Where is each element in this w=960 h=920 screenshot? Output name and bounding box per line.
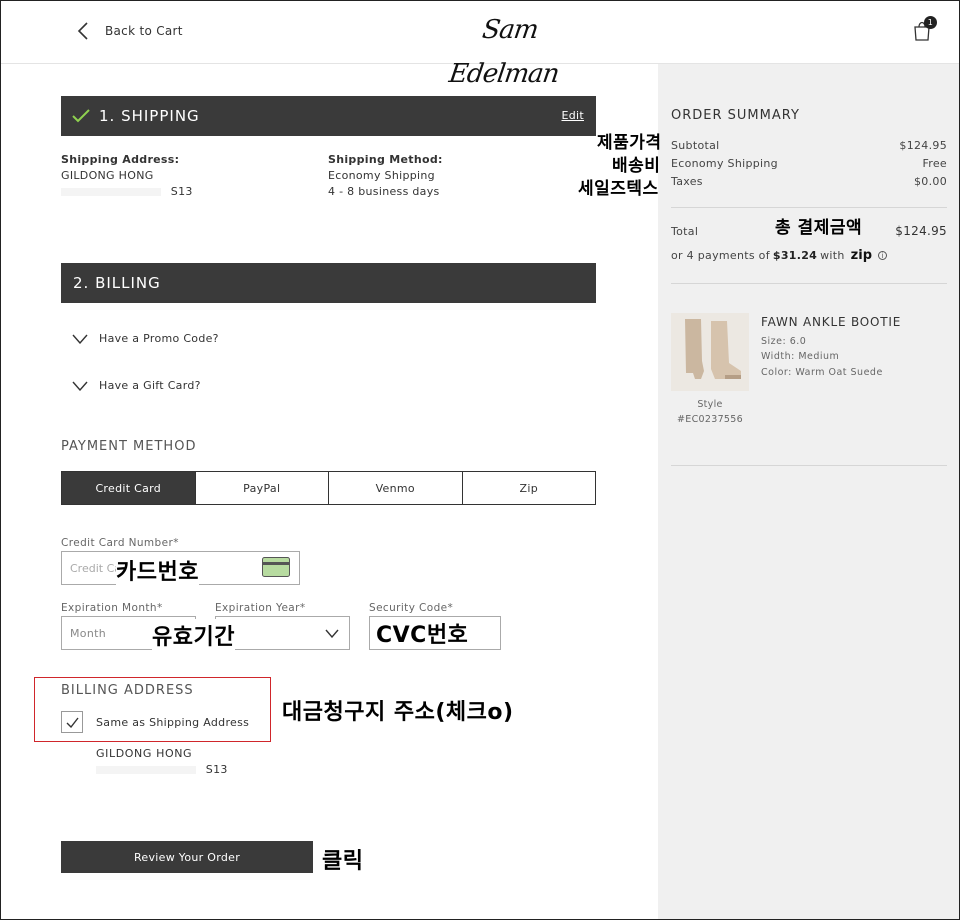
total-value: $124.95 xyxy=(895,224,947,238)
zip-prefix: or 4 payments of xyxy=(671,249,770,262)
subtotal-value: $124.95 xyxy=(899,139,947,152)
shipping-address-block: Shipping Address: GILDONG HONG S13 xyxy=(61,152,193,200)
total-label: Total xyxy=(671,225,699,238)
summary-divider xyxy=(671,283,947,284)
shipping-row: Economy Shipping Free xyxy=(671,157,947,170)
exp-year-select[interactable] xyxy=(215,616,350,650)
product-width: Width: Medium xyxy=(761,351,840,362)
billing-address-suffix: S13 xyxy=(205,763,228,776)
zip-amount: $31.24 xyxy=(772,249,818,262)
checkmark-icon xyxy=(72,109,90,123)
zip-installments: or 4 payments of $31.24 with zip i xyxy=(671,248,887,263)
annotation-billing: 대금청구지 주소(체크o) xyxy=(282,700,514,725)
chevron-left-icon xyxy=(77,22,88,40)
card-number-label: Credit Card Number* xyxy=(61,537,179,549)
shipping-address-suffix: S13 xyxy=(170,185,193,198)
shipping-delivery: 4 - 8 business days xyxy=(328,185,440,198)
credit-card-icon xyxy=(262,557,290,577)
same-as-shipping-label[interactable]: Same as Shipping Address xyxy=(96,716,249,729)
subtotal-row: Subtotal $124.95 xyxy=(671,139,947,152)
gift-card-toggle[interactable]: Have a Gift Card? xyxy=(72,379,201,392)
shipping-method-label: Shipping Method: xyxy=(328,153,443,166)
shipping-address-label: Shipping Address: xyxy=(61,153,180,166)
promo-code-toggle[interactable]: Have a Promo Code? xyxy=(72,332,219,345)
zip-logo: zip xyxy=(850,248,872,263)
billing-address-line: S13 xyxy=(96,763,228,776)
billing-address-title: BILLING ADDRESS xyxy=(61,683,194,698)
edit-shipping-link[interactable]: Edit xyxy=(561,109,584,122)
back-to-cart-label: Back to Cart xyxy=(105,24,183,38)
exp-month-value: Month xyxy=(70,627,106,640)
promo-code-label: Have a Promo Code? xyxy=(99,332,219,345)
chevron-down-icon xyxy=(72,334,88,344)
payment-method-title: PAYMENT METHOD xyxy=(61,439,197,454)
order-summary-title: ORDER SUMMARY xyxy=(671,108,800,123)
cart-button[interactable]: 1 xyxy=(912,16,938,42)
annotation-total: 총 결제금액 xyxy=(775,217,863,239)
security-code-label: Security Code* xyxy=(369,602,454,614)
billing-name: GILDONG HONG xyxy=(96,747,193,760)
style-code: #EC0237556 xyxy=(677,414,743,425)
annotation-price: 제품가격 xyxy=(597,133,662,153)
shipping-cost-value: Free xyxy=(922,157,947,170)
back-to-cart-link[interactable]: Back to Cart xyxy=(77,22,183,40)
payment-method-tabs: Credit Card PayPal Venmo Zip xyxy=(61,471,596,505)
product-color: Color: Warm Oat Suede xyxy=(761,367,883,378)
product-image xyxy=(671,313,749,391)
exp-year-label: Expiration Year* xyxy=(215,602,306,614)
chevron-down-icon xyxy=(72,381,88,391)
taxes-value: $0.00 xyxy=(914,175,947,188)
gift-card-label: Have a Gift Card? xyxy=(99,379,201,392)
taxes-label: Taxes xyxy=(671,175,703,188)
subtotal-label: Subtotal xyxy=(671,139,720,152)
shipping-title: 1. SHIPPING xyxy=(99,107,200,125)
shipping-cost-label: Economy Shipping xyxy=(671,157,778,170)
annotation-card: 카드번호 xyxy=(116,554,199,586)
boot-image xyxy=(671,313,749,391)
taxes-row: Taxes $0.00 xyxy=(671,175,947,188)
checkmark-icon xyxy=(66,717,79,728)
header: Back to Cart Sam Edelman 1 xyxy=(0,0,960,89)
summary-divider xyxy=(671,465,947,466)
tab-venmo[interactable]: Venmo xyxy=(328,472,462,504)
order-summary-sidebar: ORDER SUMMARY Subtotal $124.95 Economy S… xyxy=(658,64,960,920)
annotation-expiry: 유효기간 xyxy=(152,619,235,651)
review-order-button[interactable]: Review Your Order xyxy=(61,841,313,873)
shipping-method: Economy Shipping xyxy=(328,169,435,182)
summary-divider xyxy=(671,207,947,208)
annotation-click: 클릭 xyxy=(322,849,364,874)
product-style: Style #EC0237556 xyxy=(671,397,749,427)
annotation-cvc: CVC번호 xyxy=(376,617,469,649)
same-as-shipping-checkbox[interactable] xyxy=(61,711,83,733)
product-size: Size: 6.0 xyxy=(761,336,807,347)
cart-count-badge: 1 xyxy=(924,16,937,29)
shipping-method-block: Shipping Method: Economy Shipping 4 - 8 … xyxy=(328,152,443,200)
product-name: FAWN ANKLE BOOTIE xyxy=(761,315,902,329)
billing-section-header: 2. BILLING xyxy=(61,263,596,303)
shipping-address-line: S13 xyxy=(61,184,193,200)
info-icon[interactable]: i xyxy=(878,251,887,260)
logo[interactable]: Sam Edelman xyxy=(447,8,573,89)
annotation-tax: 세일즈텍스 xyxy=(578,179,659,199)
annotation-shipping: 배송비 xyxy=(612,156,661,176)
chevron-down-icon xyxy=(325,629,339,638)
exp-month-label: Expiration Month* xyxy=(61,602,163,614)
billing-title: 2. BILLING xyxy=(73,274,161,292)
tab-paypal[interactable]: PayPal xyxy=(194,472,329,504)
tab-credit-card[interactable]: Credit Card xyxy=(62,472,195,504)
shipping-name: GILDONG HONG xyxy=(61,169,154,182)
tab-zip[interactable]: Zip xyxy=(461,472,596,504)
zip-suffix: with xyxy=(820,249,845,262)
style-label: Style xyxy=(697,399,723,410)
shipping-section-header[interactable]: 1. SHIPPING Edit xyxy=(61,96,596,136)
